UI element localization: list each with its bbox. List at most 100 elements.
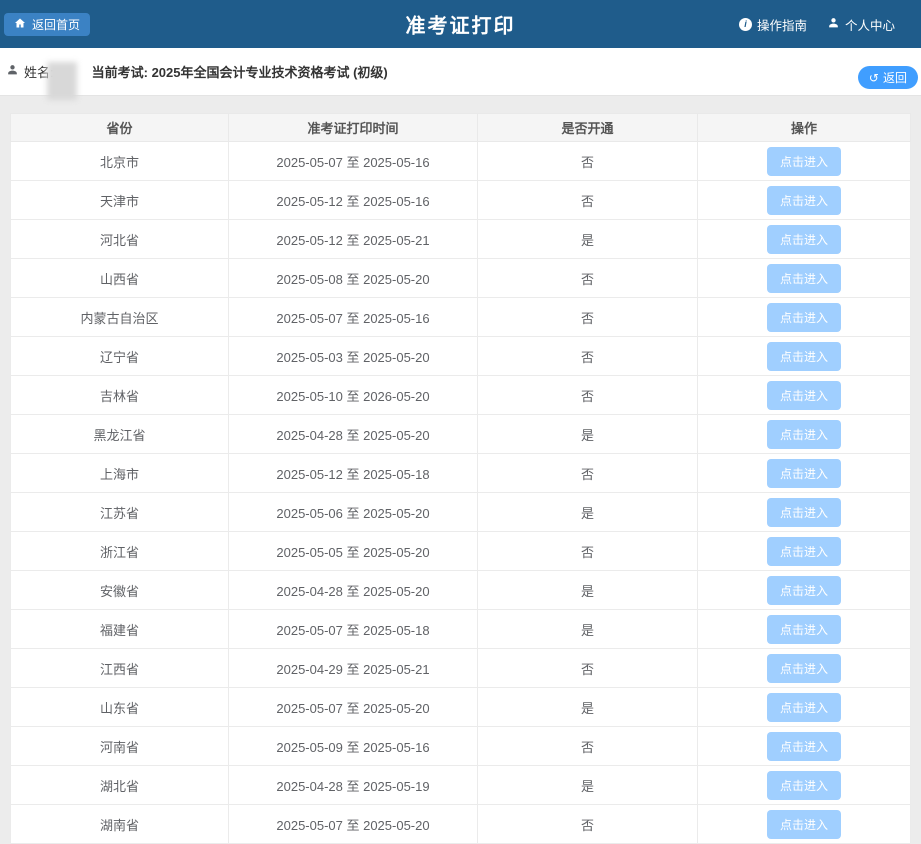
enter-button[interactable]: 点击进入: [767, 537, 841, 566]
print-time-cell: 2025-04-28 至 2025-05-19: [229, 766, 478, 805]
table-row: 山西省 2025-05-08 至 2025-05-20 否 点击进入: [11, 259, 911, 298]
open-status-cell: 是: [478, 493, 698, 532]
info-icon: i: [739, 18, 752, 31]
action-cell: 点击进入: [698, 805, 911, 844]
action-cell: 点击进入: [698, 493, 911, 532]
print-time-cell: 2025-04-29 至 2025-05-21: [229, 649, 478, 688]
province-cell: 上海市: [11, 454, 229, 493]
table-container: 省份 准考证打印时间 是否开通 操作 北京市 2025-05-07 至 2025…: [10, 113, 911, 844]
table-row: 福建省 2025-05-07 至 2025-05-18 是 点击进入: [11, 610, 911, 649]
open-status-cell: 是: [478, 220, 698, 259]
redacted-name: [47, 62, 77, 100]
enter-button[interactable]: 点击进入: [767, 459, 841, 488]
print-time-cell: 2025-05-05 至 2025-05-20: [229, 532, 478, 571]
action-cell: 点击进入: [698, 649, 911, 688]
print-time-cell: 2025-05-06 至 2025-05-20: [229, 493, 478, 532]
enter-button[interactable]: 点击进入: [767, 342, 841, 371]
guide-label: 操作指南: [757, 15, 807, 34]
enter-button[interactable]: 点击进入: [767, 498, 841, 527]
back-button[interactable]: ↺ 返回: [858, 66, 918, 89]
province-table: 省份 准考证打印时间 是否开通 操作 北京市 2025-05-07 至 2025…: [10, 113, 911, 844]
province-cell: 安徽省: [11, 571, 229, 610]
province-cell: 河南省: [11, 727, 229, 766]
open-status-cell: 否: [478, 181, 698, 220]
table-row: 山东省 2025-05-07 至 2025-05-20 是 点击进入: [11, 688, 911, 727]
table-row: 湖南省 2025-05-07 至 2025-05-20 否 点击进入: [11, 805, 911, 844]
table-row: 天津市 2025-05-12 至 2025-05-16 否 点击进入: [11, 181, 911, 220]
user-icon: [827, 16, 840, 32]
table-row: 江西省 2025-04-29 至 2025-05-21 否 点击进入: [11, 649, 911, 688]
print-time-cell: 2025-05-09 至 2025-05-16: [229, 727, 478, 766]
open-status-cell: 是: [478, 571, 698, 610]
action-cell: 点击进入: [698, 259, 911, 298]
print-time-cell: 2025-05-10 至 2026-05-20: [229, 376, 478, 415]
province-cell: 北京市: [11, 142, 229, 181]
print-time-cell: 2025-04-28 至 2025-05-20: [229, 571, 478, 610]
action-cell: 点击进入: [698, 220, 911, 259]
action-cell: 点击进入: [698, 454, 911, 493]
open-status-cell: 否: [478, 337, 698, 376]
open-status-cell: 是: [478, 688, 698, 727]
province-cell: 山东省: [11, 688, 229, 727]
province-cell: 湖南省: [11, 805, 229, 844]
action-cell: 点击进入: [698, 415, 911, 454]
action-cell: 点击进入: [698, 532, 911, 571]
open-status-cell: 是: [478, 610, 698, 649]
enter-button[interactable]: 点击进入: [767, 186, 841, 215]
sub-header: 姓名: 当前考试: 2025年全国会计专业技术资格考试 (初级) ↺ 返回: [0, 48, 921, 96]
col-header-print-time: 准考证打印时间: [229, 114, 478, 142]
province-cell: 黑龙江省: [11, 415, 229, 454]
enter-button[interactable]: 点击进入: [767, 264, 841, 293]
enter-button[interactable]: 点击进入: [767, 381, 841, 410]
print-time-cell: 2025-05-07 至 2025-05-20: [229, 805, 478, 844]
province-cell: 浙江省: [11, 532, 229, 571]
open-status-cell: 是: [478, 415, 698, 454]
table-row: 河南省 2025-05-09 至 2025-05-16 否 点击进入: [11, 727, 911, 766]
current-exam-label: 当前考试: 2025年全国会计专业技术资格考试 (初级): [92, 62, 388, 81]
enter-button[interactable]: 点击进入: [767, 654, 841, 683]
home-icon: [14, 17, 26, 32]
profile-link[interactable]: 个人中心: [827, 15, 895, 34]
table-row: 上海市 2025-05-12 至 2025-05-18 否 点击进入: [11, 454, 911, 493]
table-row: 吉林省 2025-05-10 至 2026-05-20 否 点击进入: [11, 376, 911, 415]
col-header-open: 是否开通: [478, 114, 698, 142]
enter-button[interactable]: 点击进入: [767, 420, 841, 449]
print-time-cell: 2025-05-03 至 2025-05-20: [229, 337, 478, 376]
province-cell: 湖北省: [11, 766, 229, 805]
province-cell: 山西省: [11, 259, 229, 298]
province-cell: 吉林省: [11, 376, 229, 415]
enter-button[interactable]: 点击进入: [767, 693, 841, 722]
open-status-cell: 否: [478, 142, 698, 181]
print-time-cell: 2025-05-12 至 2025-05-21: [229, 220, 478, 259]
enter-button[interactable]: 点击进入: [767, 810, 841, 839]
refresh-icon: ↺: [869, 72, 879, 84]
table-row: 安徽省 2025-04-28 至 2025-05-20 是 点击进入: [11, 571, 911, 610]
province-cell: 福建省: [11, 610, 229, 649]
profile-label: 个人中心: [845, 15, 895, 34]
open-status-cell: 否: [478, 649, 698, 688]
enter-button[interactable]: 点击进入: [767, 771, 841, 800]
guide-link[interactable]: i 操作指南: [739, 15, 807, 34]
open-status-cell: 否: [478, 805, 698, 844]
print-time-cell: 2025-05-07 至 2025-05-16: [229, 142, 478, 181]
open-status-cell: 否: [478, 727, 698, 766]
enter-button[interactable]: 点击进入: [767, 732, 841, 761]
enter-button[interactable]: 点击进入: [767, 303, 841, 332]
province-cell: 天津市: [11, 181, 229, 220]
enter-button[interactable]: 点击进入: [767, 147, 841, 176]
header-links: i 操作指南 个人中心: [739, 15, 895, 34]
action-cell: 点击进入: [698, 571, 911, 610]
print-time-cell: 2025-05-12 至 2025-05-18: [229, 454, 478, 493]
action-cell: 点击进入: [698, 727, 911, 766]
open-status-cell: 否: [478, 376, 698, 415]
table-row: 辽宁省 2025-05-03 至 2025-05-20 否 点击进入: [11, 337, 911, 376]
action-cell: 点击进入: [698, 337, 911, 376]
back-home-button[interactable]: 返回首页: [4, 13, 90, 36]
enter-button[interactable]: 点击进入: [767, 615, 841, 644]
province-cell: 河北省: [11, 220, 229, 259]
enter-button[interactable]: 点击进入: [767, 576, 841, 605]
print-time-cell: 2025-05-07 至 2025-05-18: [229, 610, 478, 649]
table-row: 内蒙古自治区 2025-05-07 至 2025-05-16 否 点击进入: [11, 298, 911, 337]
action-cell: 点击进入: [698, 142, 911, 181]
enter-button[interactable]: 点击进入: [767, 225, 841, 254]
